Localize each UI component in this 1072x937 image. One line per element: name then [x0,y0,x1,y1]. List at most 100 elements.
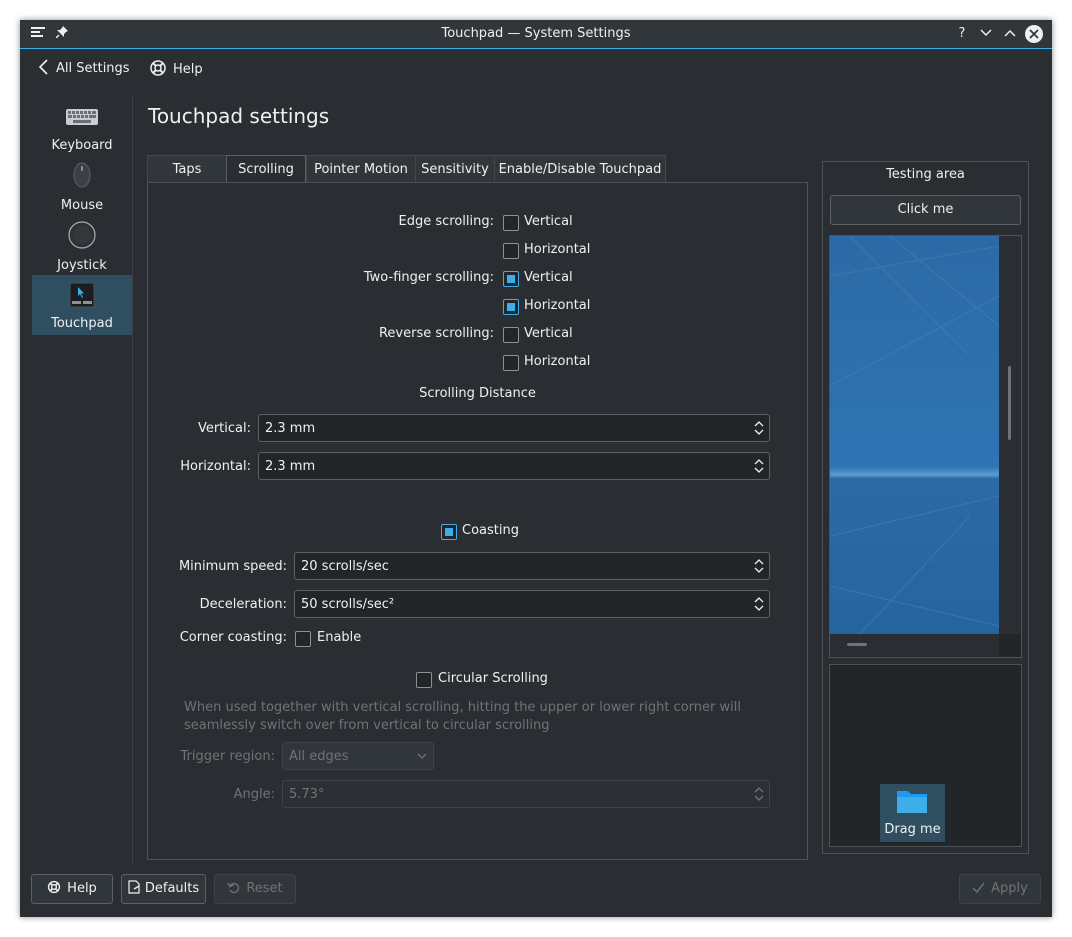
deceleration-value: 50 scrolls/sec² [301,597,395,612]
reverse-scrolling-label: Reverse scrolling: [378,326,494,341]
sidebar-item-mouse[interactable]: Mouse [32,157,132,217]
horizontal-scrollbar[interactable] [830,634,999,656]
back-chevron-icon [38,59,48,75]
vertical-distance-spinbox[interactable]: 2.3 mm [258,414,770,442]
horizontal-distance-label: Horizontal: [180,459,251,474]
tab-taps[interactable]: Taps [147,155,227,183]
sidebar-item-joystick[interactable]: Joystick [32,217,132,277]
scrolling-distance-title: Scrolling Distance [419,386,536,401]
corner-coasting-enable-label: Enable [317,630,362,645]
vertical-distance-value: 2.3 mm [265,421,316,436]
horizontal-distance-spinbox[interactable]: 2.3 mm [258,452,770,480]
lifebuoy-icon [150,60,166,76]
title-bar: Touchpad — System Settings ? [20,20,1052,49]
maximize-button[interactable] [1001,25,1019,43]
reverse-horizontal-label: Horizontal [524,354,591,369]
trigger-region-value: All edges [289,749,349,764]
test-scroll-view[interactable] [829,235,1022,658]
wallpaper-image [830,236,999,634]
help-button[interactable]: Help [31,874,113,904]
vertical-scrollbar[interactable] [999,236,1021,634]
help-toolbar-button[interactable]: Help [149,59,203,79]
toolbar: All Settings Help [20,49,1052,87]
reverse-vertical-checkbox[interactable] [503,327,519,343]
sidebar-item-touchpad[interactable]: Touchpad [32,275,132,335]
all-settings-button[interactable]: All Settings [38,59,130,79]
vertical-distance-label: Vertical: [197,421,251,436]
horizontal-scrollbar-handle[interactable] [847,643,867,646]
spin-arrows-icon[interactable] [753,556,765,576]
two-finger-vertical-label: Vertical [524,270,573,285]
tab-pointer-motion[interactable]: Pointer Motion [306,155,416,183]
bottom-button-bar: Help Defaults Reset Apply [20,862,1052,917]
edge-scrolling-label: Edge scrolling: [398,214,495,229]
defaults-button[interactable]: Defaults [121,874,206,904]
edge-vertical-label: Vertical [524,214,573,229]
circular-scrolling-checkbox[interactable] [416,672,432,688]
spin-arrows-icon[interactable] [753,456,765,476]
joystick-icon [68,221,96,249]
category-sidebar: Keyboard Mouse Joystick Touchpad [32,97,132,867]
edge-horizontal-label: Horizontal [524,242,591,257]
sidebar-item-label: Touchpad [51,316,113,331]
mouse-icon [73,162,91,188]
all-settings-label: All Settings [56,61,130,76]
checkmark-icon [972,882,985,894]
trigger-region-dropdown[interactable]: All edges [282,742,434,770]
apply-button[interactable]: Apply [959,874,1041,904]
tab-enable-disable-touchpad[interactable]: Enable/Disable Touchpad [494,155,666,183]
corner-coasting-checkbox[interactable] [295,631,311,647]
horizontal-distance-value: 2.3 mm [265,459,316,474]
click-me-button[interactable]: Click me [830,195,1021,225]
two-finger-horizontal-label: Horizontal [524,298,591,313]
testing-area-title: Testing area [886,167,965,182]
chevron-down-icon [417,753,427,759]
reverse-horizontal-checkbox[interactable] [503,355,519,371]
coasting-label: Coasting [462,523,519,538]
close-button[interactable] [1025,25,1043,43]
min-speed-spinbox[interactable]: 20 scrolls/sec [294,552,770,580]
circular-scrolling-label: Circular Scrolling [438,671,548,686]
edge-horizontal-checkbox[interactable] [503,243,519,259]
trigger-region-label: Trigger region: [180,749,275,764]
drag-me-item[interactable]: Drag me [880,784,945,842]
settings-window: Touchpad — System Settings ? All Setting… [20,20,1052,917]
two-finger-horizontal-checkbox[interactable] [503,299,519,315]
minimize-button[interactable] [977,25,995,43]
scrolling-panel: Edge scrolling: Vertical Horizontal Two-… [147,182,808,860]
min-speed-label: Minimum speed: [178,559,287,574]
sidebar-item-label: Joystick [57,258,107,273]
folder-icon [897,791,927,813]
page-title: Touchpad settings [148,104,330,128]
keyboard-icon [66,109,98,125]
spin-arrows-icon[interactable] [753,594,765,614]
corner-coasting-label: Corner coasting: [179,630,287,645]
angle-label: Angle: [233,787,275,802]
min-speed-value: 20 scrolls/sec [301,559,389,574]
reset-button[interactable]: Reset [214,874,296,904]
two-finger-vertical-checkbox[interactable] [503,271,519,287]
edge-vertical-checkbox[interactable] [503,215,519,231]
touchpad-icon [69,282,95,308]
angle-spinbox[interactable]: 5.73° [282,780,770,808]
sidebar-item-label: Mouse [60,198,104,213]
sidebar-divider [132,97,133,863]
spin-arrows-icon[interactable] [753,418,765,438]
tab-sensitivity[interactable]: Sensitivity [415,155,495,183]
spin-arrows-icon[interactable] [753,784,765,804]
help-window-button[interactable]: ? [953,25,971,43]
apply-button-label: Apply [991,881,1028,896]
lifebuoy-icon [48,880,61,894]
drag-me-label: Drag me [884,822,941,837]
coasting-checkbox[interactable] [441,524,457,540]
help-toolbar-label: Help [173,62,203,77]
reset-button-label: Reset [246,881,283,896]
deceleration-label: Deceleration: [199,597,287,612]
deceleration-spinbox[interactable]: 50 scrolls/sec² [294,590,770,618]
vertical-scrollbar-handle[interactable] [1008,366,1011,440]
tab-scrolling[interactable]: Scrolling [226,155,306,185]
circular-help-text: When used together with vertical scrolli… [184,700,741,733]
two-finger-scrolling-label: Two-finger scrolling: [363,270,494,285]
document-revert-icon [128,880,140,894]
sidebar-item-keyboard[interactable]: Keyboard [32,97,132,157]
